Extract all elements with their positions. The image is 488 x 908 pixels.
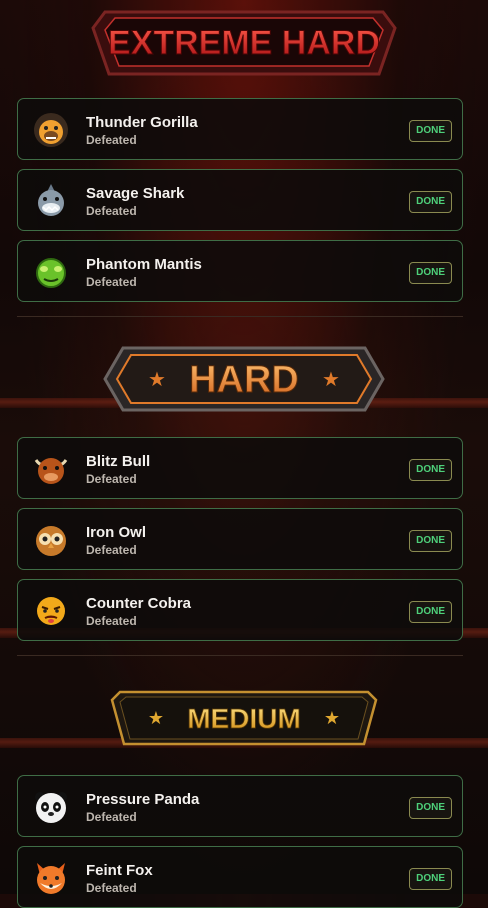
panda-icon bbox=[32, 788, 70, 826]
opponent-status: Defeated bbox=[86, 614, 137, 628]
mantis-icon bbox=[32, 253, 70, 291]
opponent-name: Counter Cobra bbox=[86, 595, 191, 612]
done-badge: DONE bbox=[409, 797, 452, 819]
opponent-status: Defeated bbox=[86, 133, 137, 147]
done-badge: DONE bbox=[409, 262, 452, 284]
opponent-card[interactable]: Blitz Bull Defeated DONE bbox=[17, 437, 463, 499]
star-icon: ★ bbox=[322, 369, 340, 391]
fox-icon bbox=[32, 859, 70, 897]
section-title: MEDIUM bbox=[187, 703, 301, 734]
opponent-name: Pressure Panda bbox=[86, 791, 200, 808]
section-title: HARD bbox=[189, 359, 299, 401]
done-badge: DONE bbox=[409, 868, 452, 890]
gorilla-icon bbox=[32, 111, 70, 149]
opponent-status: Defeated bbox=[86, 810, 137, 824]
opponent-status: Defeated bbox=[86, 472, 137, 486]
done-badge: DONE bbox=[409, 120, 452, 142]
extreme-hard-banner: EXTREME HARD bbox=[91, 8, 397, 78]
cobra-icon bbox=[32, 592, 70, 630]
done-badge: DONE bbox=[409, 530, 452, 552]
bull-icon bbox=[32, 450, 70, 488]
done-badge: DONE bbox=[409, 191, 452, 213]
opponent-card[interactable]: Feint Fox Defeated DONE bbox=[17, 846, 463, 908]
medium-banner: ★ ★ MEDIUM bbox=[110, 690, 378, 746]
star-icon: ★ bbox=[148, 369, 166, 391]
section-divider bbox=[17, 316, 463, 317]
opponent-card[interactable]: Phantom Mantis Defeated DONE bbox=[17, 240, 463, 302]
opponent-name: Phantom Mantis bbox=[86, 256, 202, 273]
done-badge: DONE bbox=[409, 459, 452, 481]
done-badge: DONE bbox=[409, 601, 452, 623]
opponent-card[interactable]: Iron Owl Defeated DONE bbox=[17, 508, 463, 570]
star-icon: ★ bbox=[148, 708, 164, 728]
opponent-status: Defeated bbox=[86, 204, 137, 218]
section-title: EXTREME HARD bbox=[108, 24, 380, 62]
opponent-name: Savage Shark bbox=[86, 185, 185, 202]
section-divider bbox=[17, 655, 463, 656]
owl-icon bbox=[32, 521, 70, 559]
opponent-name: Blitz Bull bbox=[86, 453, 151, 470]
opponent-name: Feint Fox bbox=[86, 862, 153, 879]
opponent-card[interactable]: Pressure Panda Defeated DONE bbox=[17, 775, 463, 837]
opponent-status: Defeated bbox=[86, 881, 137, 895]
hard-banner: ★ ★ HARD bbox=[103, 346, 385, 412]
opponent-name: Thunder Gorilla bbox=[86, 114, 198, 131]
shark-icon bbox=[32, 182, 70, 220]
opponent-status: Defeated bbox=[86, 543, 137, 557]
opponent-status: Defeated bbox=[86, 275, 137, 289]
opponent-card[interactable]: Thunder Gorilla Defeated DONE bbox=[17, 98, 463, 160]
opponent-name: Iron Owl bbox=[86, 524, 146, 541]
opponent-card[interactable]: Counter Cobra Defeated DONE bbox=[17, 579, 463, 641]
opponent-card[interactable]: Savage Shark Defeated DONE bbox=[17, 169, 463, 231]
star-icon: ★ bbox=[324, 708, 340, 728]
